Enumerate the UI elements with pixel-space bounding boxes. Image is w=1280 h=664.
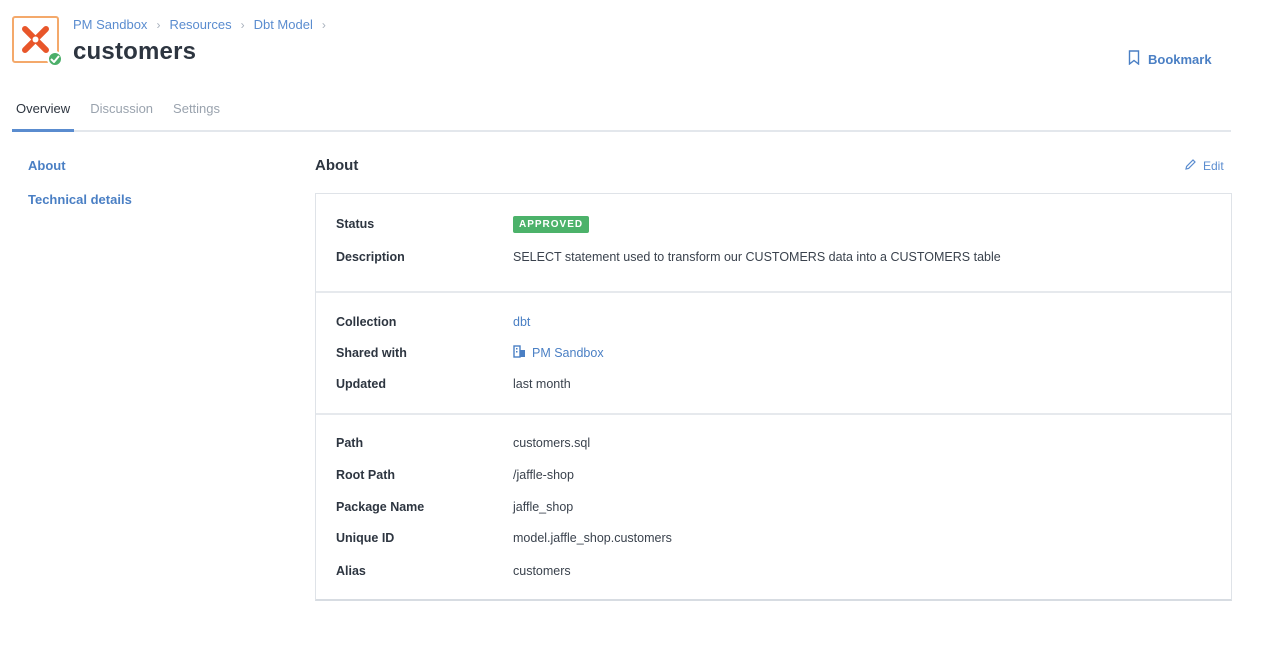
sidenav-item-about[interactable]: About xyxy=(28,158,132,173)
unique-id-label: Unique ID xyxy=(336,531,395,545)
alias-label: Alias xyxy=(336,564,366,578)
dbt-logo-icon xyxy=(12,16,63,67)
shared-with-link[interactable]: PM Sandbox xyxy=(513,345,604,361)
breadcrumb: PM Sandbox › Resources › Dbt Model › xyxy=(73,17,335,32)
bookmark-icon xyxy=(1128,50,1140,68)
breadcrumb-item-pm-sandbox[interactable]: PM Sandbox xyxy=(73,17,147,32)
detail-row-path: Path customers.sql xyxy=(336,433,1211,453)
breadcrumb-separator: › xyxy=(321,17,326,32)
tab-bar: Overview Discussion Settings xyxy=(12,98,1231,132)
package-name-value: jaffle_shop xyxy=(513,500,574,514)
updated-value: last month xyxy=(513,377,571,391)
details-group: Collection dbt Shared with PM Sandbox Up… xyxy=(316,293,1231,415)
about-card: Status APPROVED Description SELECT state… xyxy=(315,193,1232,601)
root-path-value: /jaffle-shop xyxy=(513,468,574,482)
detail-row-root-path: Root Path /jaffle-shop xyxy=(336,465,1211,485)
unique-id-value: model.jaffle_shop.customers xyxy=(513,531,672,545)
updated-label: Updated xyxy=(336,377,386,391)
collection-label: Collection xyxy=(336,315,397,329)
bookmark-label: Bookmark xyxy=(1148,51,1212,67)
detail-row-updated: Updated last month xyxy=(336,374,1211,394)
technical-details-group: Path customers.sql Root Path /jaffle-sho… xyxy=(316,415,1231,600)
detail-row-package-name: Package Name jaffle_shop xyxy=(336,497,1211,517)
path-label: Path xyxy=(336,436,364,450)
section-title: About xyxy=(315,157,359,174)
alias-value: customers xyxy=(513,564,571,578)
detail-row-unique-id: Unique ID model.jaffle_shop.customers xyxy=(336,528,1211,548)
status-label: Status xyxy=(336,217,375,231)
package-name-label: Package Name xyxy=(336,500,425,514)
edit-button[interactable]: Edit xyxy=(1184,158,1224,174)
detail-row-shared-with: Shared with PM Sandbox xyxy=(336,343,1211,363)
side-navigation: About Technical details xyxy=(28,158,132,226)
root-path-label: Root Path xyxy=(336,468,396,482)
shared-with-label: Shared with xyxy=(336,346,407,360)
shared-with-value: PM Sandbox xyxy=(532,346,604,360)
check-icon xyxy=(47,51,63,67)
detail-row-collection: Collection dbt xyxy=(336,312,1211,332)
status-badge: APPROVED xyxy=(513,215,590,233)
path-value: customers.sql xyxy=(513,436,591,450)
edit-label: Edit xyxy=(1203,159,1224,173)
collection-link[interactable]: dbt xyxy=(513,315,530,329)
description-value: SELECT statement used to transform our C… xyxy=(513,250,1001,264)
page-title: customers xyxy=(73,38,197,65)
building-icon xyxy=(513,345,526,361)
tab-settings[interactable]: Settings xyxy=(169,98,224,132)
pencil-icon xyxy=(1184,158,1197,174)
description-label: Description xyxy=(336,250,405,264)
tab-discussion[interactable]: Discussion xyxy=(86,98,157,132)
detail-row-description: Description SELECT statement used to tra… xyxy=(336,247,1211,267)
sidenav-item-technical-details[interactable]: Technical details xyxy=(28,192,132,207)
breadcrumb-separator: › xyxy=(240,17,245,32)
bookmark-button[interactable]: Bookmark xyxy=(1128,50,1212,68)
breadcrumb-separator: › xyxy=(156,17,161,32)
detail-row-alias: Alias customers xyxy=(336,561,1211,581)
tab-overview[interactable]: Overview xyxy=(12,98,75,132)
breadcrumb-item-dbt-model[interactable]: Dbt Model xyxy=(254,17,313,32)
detail-row-status: Status APPROVED xyxy=(336,214,1211,234)
breadcrumb-item-resources[interactable]: Resources xyxy=(169,17,231,32)
details-group: Status APPROVED Description SELECT state… xyxy=(316,194,1231,293)
